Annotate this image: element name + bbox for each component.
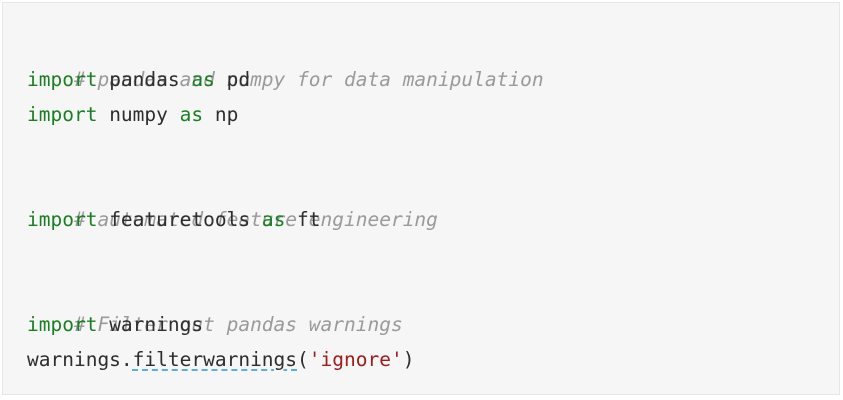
close-paren: ) (402, 348, 415, 371)
code-line-1: # pandas and numpy for data manipulation (27, 27, 839, 91)
keyword-import: import (27, 313, 98, 336)
module-alias: np (203, 103, 239, 126)
code-line-4-blank (27, 132, 839, 167)
keyword-import: import (27, 208, 98, 231)
code-line-9: import warnings (27, 307, 839, 342)
keyword-as: as (179, 103, 204, 126)
method-name-with-hint-underline[interactable]: filterwarnings (133, 348, 297, 371)
object-name: warnings (27, 348, 121, 371)
code-line-10: warnings.filterwarnings('ignore') (27, 342, 839, 377)
keyword-as: as (191, 68, 215, 91)
open-paren: ( (297, 348, 309, 371)
dot-operator: . (120, 348, 133, 371)
module-name: pandas (97, 68, 192, 91)
module-alias: ft (285, 208, 321, 231)
code-line-7-blank (27, 237, 839, 272)
module-name: numpy (97, 103, 180, 126)
module-name: warnings (97, 313, 204, 336)
string-literal: 'ignore' (308, 348, 403, 371)
keyword-import: import (27, 103, 98, 126)
keyword-import: import (27, 68, 98, 91)
module-alias: pd (214, 68, 251, 91)
code-line-8: # Filter out pandas warnings (27, 272, 839, 336)
code-line-5: # automated feature engineering (27, 167, 839, 231)
code-line-3: import numpy as np (27, 97, 839, 132)
code-block[interactable]: # pandas and numpy for data manipulation… (2, 2, 840, 395)
keyword-as: as (261, 208, 286, 231)
module-name: featuretools (97, 208, 262, 231)
